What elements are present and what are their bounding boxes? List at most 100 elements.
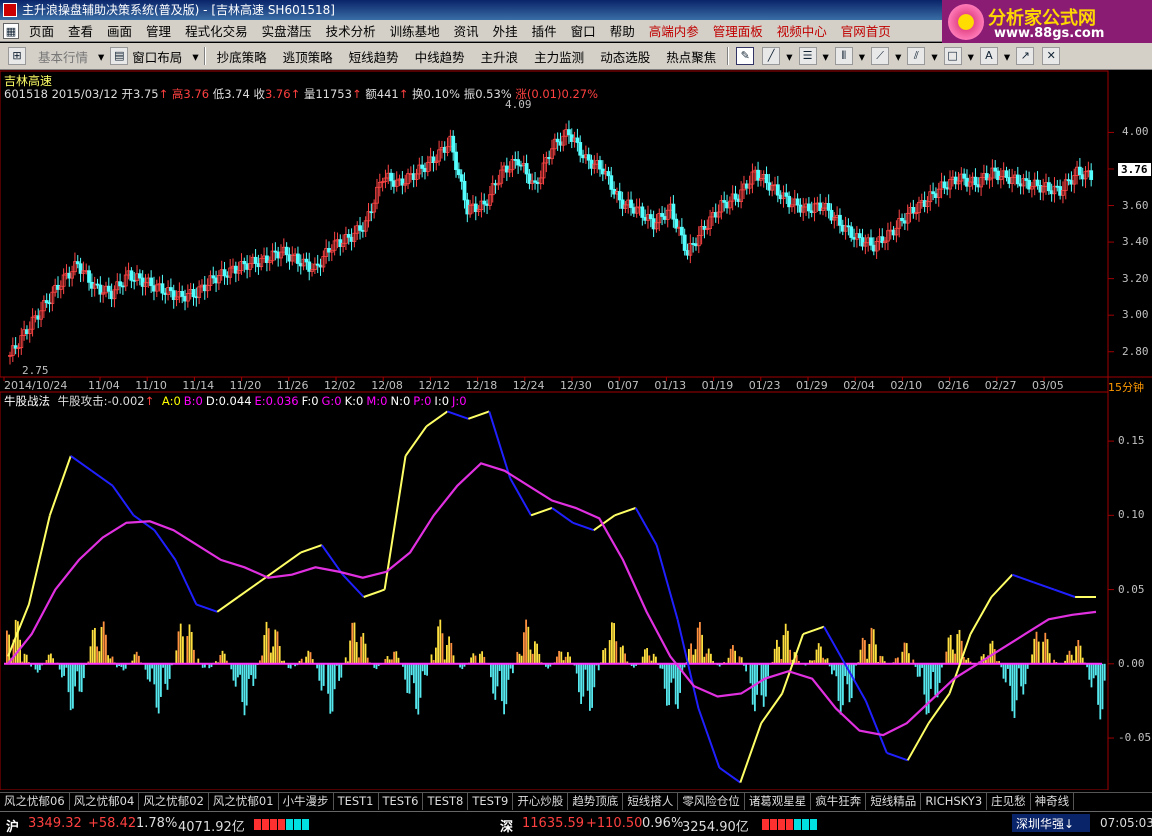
candle-body <box>629 199 633 208</box>
attack-line-segment <box>551 507 574 524</box>
histogram-bar-down <box>1020 663 1022 687</box>
histogram-bar-up <box>536 643 538 664</box>
attack-line-segment <box>927 692 951 724</box>
date-tick-label: 02/27 <box>984 379 1017 392</box>
histogram-bar-up <box>703 656 706 664</box>
histogram-bar-up <box>94 627 96 664</box>
histogram-bar-down <box>421 663 424 672</box>
indicator-tab[interactable]: 庄见愁 <box>987 793 1031 810</box>
histogram-bar-down <box>340 663 343 678</box>
histogram-bar-up <box>1037 641 1040 664</box>
histogram-bar-down <box>155 663 158 708</box>
candle-body <box>129 270 134 281</box>
indicator-tab[interactable]: 风之忧郁06 <box>0 793 70 810</box>
histogram-bar-up <box>534 641 536 664</box>
ticker-box[interactable]: 深圳华强↓ <box>1012 814 1090 832</box>
indicator-tab[interactable]: 短线精品 <box>866 793 922 810</box>
histogram-bar-up <box>945 651 948 664</box>
indicator-axis-label: 0.05 <box>1118 582 1145 596</box>
indicator-tab[interactable]: 诸葛观星星 <box>745 793 812 810</box>
period-label[interactable]: 15分钟 <box>1108 379 1144 395</box>
indicator-tab[interactable]: RICHSKY3 <box>921 793 988 810</box>
histogram-bar-down <box>501 663 503 702</box>
histogram-bar-down <box>252 663 255 686</box>
sh-index: 3349.32 <box>28 816 82 831</box>
histogram-bar-down <box>157 663 160 714</box>
indicator-tab[interactable]: 风之忧郁02 <box>139 793 209 810</box>
indicator-vars: A:0 B:0 D:0.044 E:0.036 F:0 G:0 K:0 M:0 N:0 P:0 I:… <box>162 394 470 408</box>
indicator-var: B:0 <box>183 394 203 408</box>
histogram-bar-down <box>160 663 162 697</box>
attack-line-segment <box>1053 588 1076 598</box>
histogram-bar-down <box>333 663 336 690</box>
indicator-tab[interactable]: 小牛漫步 <box>279 793 334 810</box>
indicator-tab[interactable]: 风之忧郁04 <box>70 793 140 810</box>
candle-body <box>606 171 611 177</box>
candle-body <box>857 233 862 239</box>
indicator-tab[interactable]: TEST9 <box>468 793 514 810</box>
date-tick-label: 12/12 <box>418 379 451 392</box>
histogram-bar-up <box>820 646 822 664</box>
histogram-bar-down <box>1013 663 1016 718</box>
histogram-bar-up <box>305 656 307 664</box>
histogram-bar-down <box>839 663 842 715</box>
histogram-bar-up <box>265 621 268 664</box>
date-tick-label: 01/29 <box>796 379 828 392</box>
histogram-bar-down <box>507 663 510 680</box>
histogram-bar-down <box>490 663 492 678</box>
histogram-bar-down <box>406 663 409 693</box>
min-price-mark: 2.75 <box>22 364 49 377</box>
histogram-bar-up <box>789 649 791 664</box>
histogram-bar-down <box>72 663 74 709</box>
histogram-bar-up <box>446 644 448 664</box>
indicator-tab[interactable]: 风之忧郁01 <box>209 793 279 810</box>
attack-line-segment <box>195 603 218 613</box>
histogram-bar-up <box>646 648 648 664</box>
candle-body <box>456 169 461 176</box>
indicator-tab[interactable]: 趋势顶底 <box>568 793 624 810</box>
indicator-tab[interactable]: 神奇线 <box>1031 793 1075 810</box>
histogram-bar-up <box>395 651 398 664</box>
date-tick-label: 01/19 <box>701 379 734 392</box>
histogram-bar-down <box>78 663 81 692</box>
candle-body <box>87 270 91 283</box>
histogram-bar-up <box>430 654 433 664</box>
histogram-bar-up <box>958 629 961 664</box>
candle-body <box>420 164 425 169</box>
indicator-tab[interactable]: 短线搭人 <box>623 793 679 810</box>
histogram-bar-up <box>641 656 644 664</box>
histogram-bar-up <box>179 623 182 664</box>
candle-body <box>784 192 789 197</box>
histogram-bar-up <box>182 636 184 664</box>
indicator-tab[interactable]: 开心炒股 <box>513 793 569 810</box>
indicator-tab[interactable]: 零风险仓位 <box>678 793 745 810</box>
date-tick-label: 01/23 <box>748 379 781 392</box>
attack-line-segment <box>969 596 993 635</box>
price-axis-label: 3.00 <box>1122 308 1149 322</box>
indicator-tab[interactable]: TEST8 <box>423 793 469 810</box>
histogram-bar-down <box>930 663 932 689</box>
histogram-bar-up <box>778 646 780 664</box>
histogram-bar-down <box>69 663 72 711</box>
histogram-bar-up <box>98 651 101 664</box>
histogram-bar-up <box>1031 654 1033 664</box>
histogram-bar-up <box>648 655 651 664</box>
indicator-tab[interactable]: 疯牛狂奔 <box>811 793 867 810</box>
indicator-tab[interactable]: TEST1 <box>334 793 379 810</box>
histogram-bar-up <box>472 653 475 664</box>
histogram-bar-up <box>859 649 862 664</box>
histogram-bar-down <box>1090 663 1093 688</box>
histogram-bar-up <box>644 649 646 664</box>
histogram-bar-up <box>360 636 362 664</box>
attack-line-segment <box>572 521 595 532</box>
date-tick-label: 01/07 <box>607 379 639 392</box>
histogram-bar-up <box>567 652 569 664</box>
histogram-bar-up <box>1079 645 1082 664</box>
indicator-tab[interactable]: TEST6 <box>379 793 424 810</box>
histogram-bar-down <box>666 663 668 706</box>
histogram-bar-up <box>734 650 736 664</box>
candle-body <box>578 142 583 156</box>
histogram-bar-down <box>505 663 508 705</box>
histogram-bar-down <box>153 663 156 685</box>
price-axis-label: 2.80 <box>1122 344 1149 358</box>
